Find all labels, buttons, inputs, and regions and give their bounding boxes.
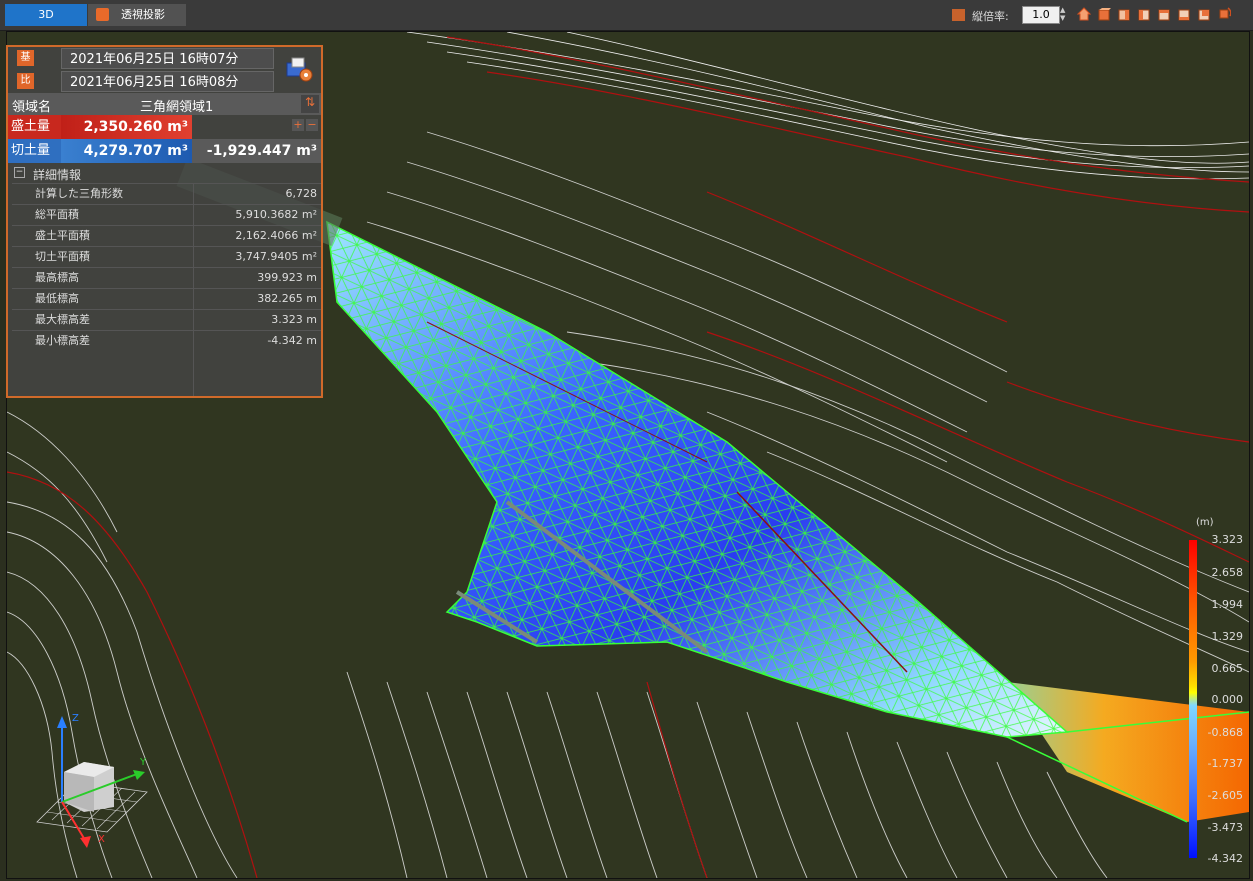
legend-tick: 1.329 (1211, 630, 1244, 643)
axis-y-label: Y (140, 757, 147, 768)
tab-perspective-label: 透視投影 (121, 8, 165, 21)
left-view-icon[interactable] (1137, 7, 1151, 21)
home-icon[interactable] (1077, 7, 1091, 21)
base-datetime[interactable]: 2021年06月25日 16時07分 (61, 48, 274, 69)
toolbar: 3D 透視投影 縦倍率: 1.0 ▲ ▼ (0, 0, 1253, 31)
cube-icon (96, 8, 109, 21)
tab-3d[interactable]: 3D (5, 4, 87, 26)
collapse-icon[interactable]: − (306, 119, 318, 131)
detail-row: 最小標高差 -4.342 m (12, 330, 321, 351)
right-view-icon[interactable] (1157, 7, 1171, 21)
legend-tick: 1.994 (1211, 598, 1244, 611)
legend-tick: -4.342 (1207, 852, 1243, 865)
vertical-ratio-icon (952, 9, 965, 21)
region-sort-icon[interactable]: ⇅ (301, 95, 319, 113)
region-name-value[interactable]: 三角網領域1 (140, 96, 213, 115)
vertical-ratio-input[interactable]: 1.0 (1022, 6, 1060, 24)
legend-tick: -3.473 (1207, 821, 1243, 834)
detail-header-label: 詳細情報 (33, 168, 82, 182)
color-legend-bar (1189, 540, 1197, 858)
legend-tick: 3.323 (1211, 533, 1244, 546)
detail-row: 最高標高 399.923 m (12, 267, 321, 288)
fill-volume-value: 2,350.260 m³ (61, 115, 192, 139)
legend-unit: (m) (1196, 517, 1214, 528)
compare-datetime[interactable]: 2021年06月25日 16時08分 (61, 71, 274, 92)
legend-tick: 2.658 (1211, 566, 1244, 579)
axis-z-label: Z (72, 713, 79, 724)
front-view-icon[interactable] (1097, 7, 1111, 21)
compare-badge: 比 (17, 73, 34, 89)
detail-row: 総平面積 5,910.3682 m² (12, 204, 321, 225)
region-name-row: 領域名 三角網領域1 ⇅ (8, 93, 321, 115)
legend-tick: -0.868 (1207, 726, 1243, 739)
axis-x-label: X (98, 834, 105, 845)
legend-tick: 0.665 (1211, 662, 1244, 675)
fill-volume-label: 盛土量 (8, 115, 61, 139)
cut-volume-value: 4,279.707 m³ (61, 139, 192, 163)
detail-row: 切土平面積 3,747.9405 m² (12, 246, 321, 267)
legend-tick: 0.000 (1211, 693, 1244, 706)
legend-tick: -2.605 (1207, 789, 1243, 802)
detail-header[interactable]: − 詳細情報 (8, 165, 321, 183)
base-badge: 基 (17, 50, 34, 66)
fill-volume-row: 盛土量 2,350.260 m³ + − (8, 115, 321, 139)
volume-info-panel: 基 2021年06月25日 16時07分 比 2021年06月25日 16時08… (6, 45, 323, 398)
rotate-view-icon[interactable] (1217, 7, 1231, 21)
cut-volume-row: 切土量 4,279.707 m³ -1,929.447 m³ (8, 139, 321, 163)
back-view-icon[interactable] (1117, 7, 1131, 21)
expand-icon[interactable]: + (292, 119, 304, 131)
bottom-view-icon[interactable] (1197, 7, 1211, 21)
vertical-ratio-spinner[interactable]: ▲ ▼ (1060, 6, 1070, 24)
top-view-icon[interactable] (1177, 7, 1191, 21)
tab-perspective[interactable]: 透視投影 (88, 4, 186, 26)
region-name-label: 領域名 (12, 100, 52, 115)
detail-row: 盛土平面積 2,162.4066 m² (12, 225, 321, 246)
cut-volume-label: 切土量 (8, 139, 61, 163)
detail-row: 最大標高差 3.323 m (12, 309, 321, 330)
collapse-tree-icon[interactable]: − (14, 167, 25, 178)
ridge-contours (406, 32, 1249, 180)
detail-row: 最低標高 382.265 m (12, 288, 321, 309)
vertical-ratio-label: 縦倍率: (972, 10, 1009, 23)
detail-row: 計算した三角形数 6,728 (12, 183, 321, 204)
calculate-icon[interactable] (284, 53, 316, 85)
net-volume-value: -1,929.447 m³ (192, 139, 321, 163)
legend-tick: -1.737 (1207, 757, 1243, 770)
axis-gizmo (36, 716, 148, 848)
